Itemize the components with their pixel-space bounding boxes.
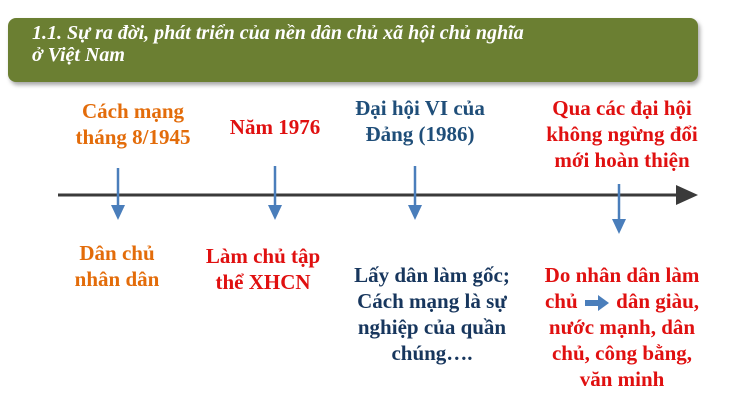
milestone-3-label: Đại hội VI của Đảng (1986) [345,95,495,147]
milestone-2-desc-line-1: Làm chủ tập [205,244,321,268]
milestone-1-desc-line-2: nhân dân [74,267,160,291]
milestone-3-desc-line-3: nghiệp của quần [357,315,507,339]
milestone-4-desc-line-5: văn minh [579,367,665,391]
block-arrow-right-icon [584,295,609,312]
milestone-2-desc-line-2: thể XHCN [215,270,311,294]
milestone-3-desc-line-2: Cách mạng là sự [357,289,507,313]
milestone-1-description: Dân chủ nhân dân [52,240,182,292]
milestone-4-label: Qua các đại hội không ngừng đổi mới hoàn… [528,95,716,173]
milestone-4-label-line-2: không ngừng đổi [546,122,698,146]
milestone-3-desc-line-4: chúng…. [391,341,473,365]
milestone-4-desc-line-2-start: chủ [544,289,578,313]
milestone-1-label-line-1: Cách mạng [81,99,185,123]
milestone-4-label-line-3: mới hoàn thiện [554,148,690,172]
milestone-2-label: Năm 1976 [200,114,350,140]
milestone-1-desc-line-1: Dân chủ [79,241,155,265]
milestone-4-desc-line-2: chủ dân giàu, [528,288,716,314]
milestone-4-desc-line-1: Do nhân dân làm [544,263,700,287]
milestone-4-desc-line-4: chủ, công bằng, [551,341,693,365]
milestone-4-description: Do nhân dân làm chủ dân giàu, nước mạnh,… [528,262,716,392]
arrow-down-icon [408,166,422,220]
milestone-2-label-line-1: Năm 1976 [229,115,321,139]
milestone-3-description: Lấy dân làm gốc; Cách mạng là sự nghiệp … [334,262,530,366]
milestone-3-desc-line-1: Lấy dân làm gốc; [354,263,510,287]
milestone-1-label-line-2: tháng 8/1945 [75,125,191,149]
milestone-4-desc-line-2-end: dân giàu, [616,289,700,313]
milestone-3-label-line-1: Đại hội VI của [355,96,485,120]
milestone-1-label: Cách mạng tháng 8/1945 [58,98,208,150]
milestone-4-label-line-1: Qua các đại hội [552,96,692,120]
arrow-right-icon [676,185,698,205]
milestone-3-label-line-2: Đảng (1986) [365,122,475,146]
arrow-down-icon [612,184,626,234]
milestone-2-description: Làm chủ tập thể XHCN [188,243,338,295]
arrow-down-icon [268,166,282,220]
milestone-4-desc-line-3: nước mạnh, dân [548,315,696,339]
